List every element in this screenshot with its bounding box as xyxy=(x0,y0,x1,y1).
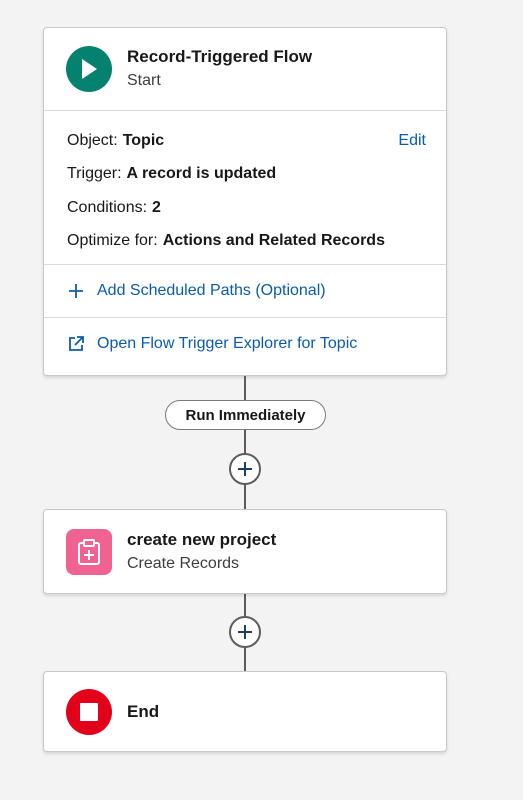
edit-link[interactable]: Edit xyxy=(398,132,426,150)
plus-icon xyxy=(238,625,252,639)
start-node-card[interactable]: Record-Triggered Flow Start Object: Topi… xyxy=(43,27,447,376)
add-scheduled-paths-label: Add Scheduled Paths (Optional) xyxy=(97,282,326,299)
detail-row-conditions: Conditions: 2 xyxy=(67,191,426,225)
detail-row-optimize: Optimize for: Actions and Related Record… xyxy=(67,225,426,259)
detail-row-object: Object: Topic Edit xyxy=(67,124,426,158)
connector-line xyxy=(244,376,246,400)
detail-label: Optimize for: xyxy=(67,232,158,250)
create-records-node-title: create new project xyxy=(127,529,277,549)
create-records-node-header[interactable]: create new project Create Records xyxy=(44,510,446,593)
open-trigger-explorer-label: Open Flow Trigger Explorer for Topic xyxy=(97,335,358,352)
create-records-node-subtitle: Create Records xyxy=(127,554,240,572)
start-node-subtitle: Start xyxy=(127,72,161,89)
plus-icon xyxy=(67,282,85,300)
detail-value: 2 xyxy=(152,198,161,216)
end-node-title: End xyxy=(127,701,160,721)
plus-icon xyxy=(238,462,252,476)
play-icon xyxy=(66,46,112,92)
add-element-button[interactable] xyxy=(229,616,261,648)
open-trigger-explorer-link[interactable]: Open Flow Trigger Explorer for Topic xyxy=(44,318,446,370)
add-element-button[interactable] xyxy=(229,453,261,485)
stop-icon xyxy=(66,688,112,735)
detail-value: Topic xyxy=(122,131,165,149)
add-scheduled-paths-link[interactable]: Add Scheduled Paths (Optional) xyxy=(44,265,446,317)
detail-label: Conditions: xyxy=(67,198,148,216)
external-link-icon xyxy=(67,335,85,353)
end-node-header[interactable]: End xyxy=(44,672,446,751)
detail-value: Actions and Related Records xyxy=(162,232,385,250)
start-node-details: Object: Topic Edit Trigger: A record is … xyxy=(44,111,446,264)
run-immediately-label: Run Immediately xyxy=(165,400,326,430)
detail-value: A record is updated xyxy=(126,165,277,183)
detail-row-trigger: Trigger: A record is updated xyxy=(67,158,426,192)
create-records-node-card[interactable]: create new project Create Records xyxy=(43,509,447,594)
start-node-title: Record-Triggered Flow xyxy=(127,47,313,66)
create-records-icon xyxy=(66,528,112,575)
detail-label: Trigger: xyxy=(67,165,122,183)
detail-label: Object: xyxy=(67,131,118,149)
end-node-card[interactable]: End xyxy=(43,671,447,752)
start-node-header[interactable]: Record-Triggered Flow Start xyxy=(44,28,446,110)
